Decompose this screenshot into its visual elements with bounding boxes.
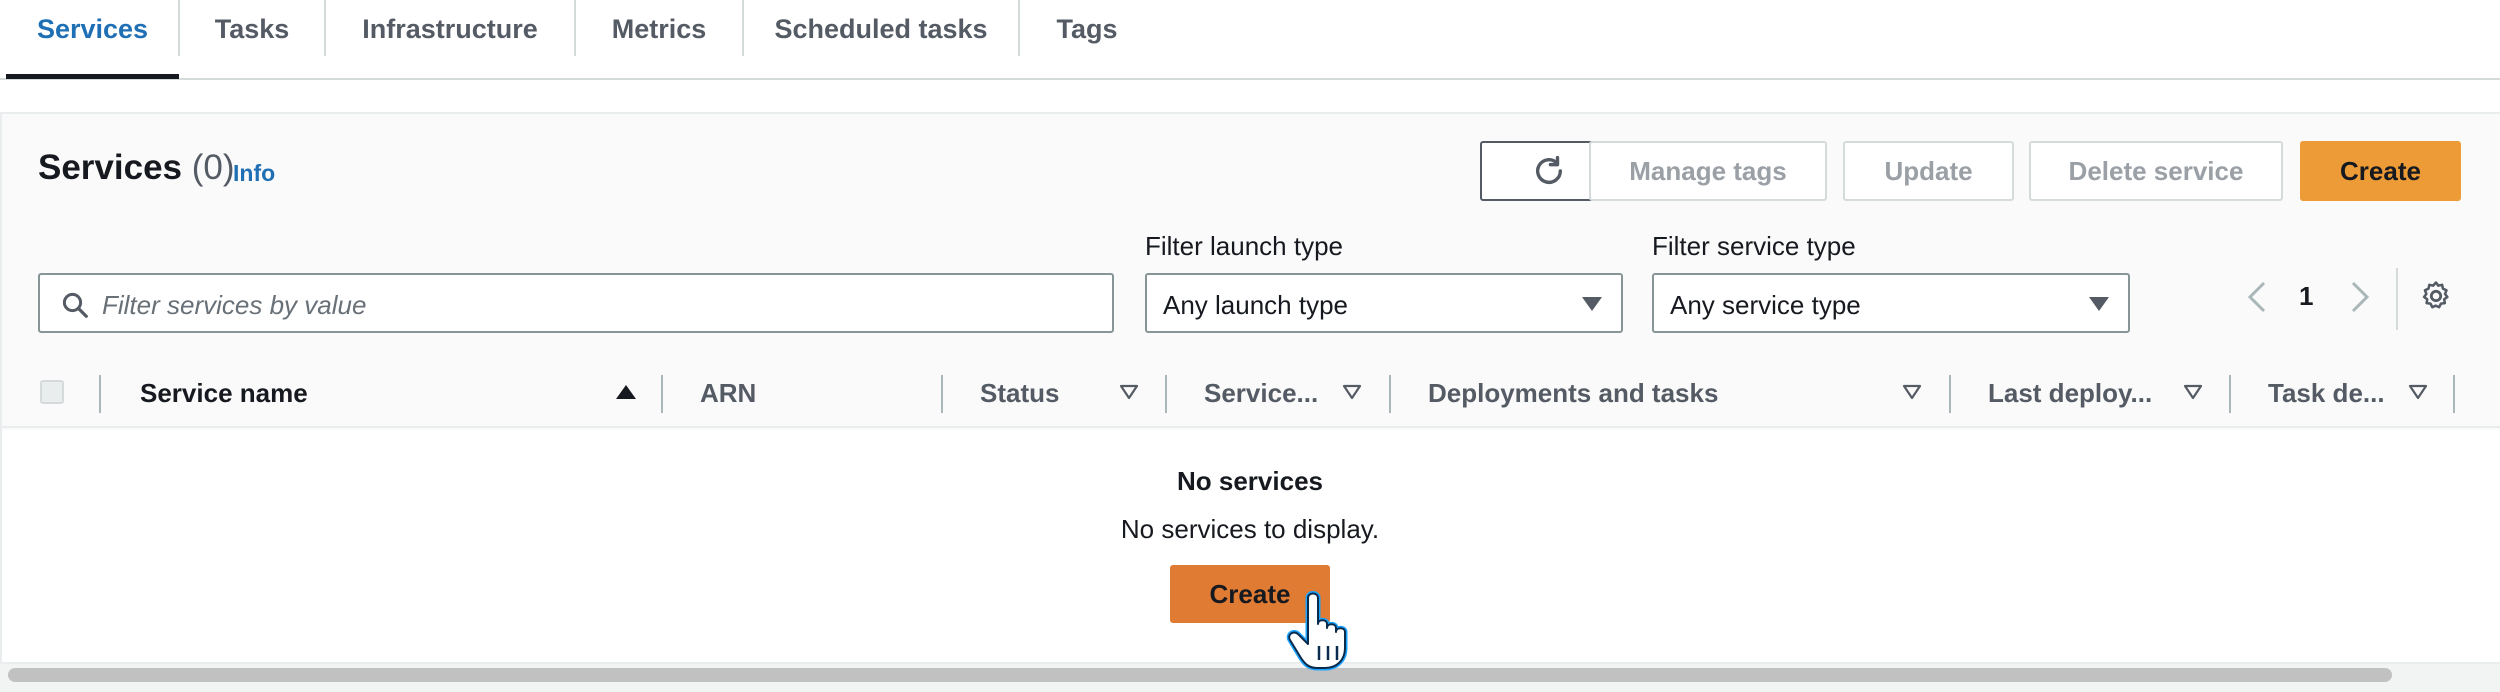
manage-tags-button[interactable]: Manage tags	[1589, 141, 1827, 201]
service-type-value: Any service type	[1670, 290, 1861, 320]
info-link[interactable]: Info	[233, 160, 275, 187]
column-header-last-deployment[interactable]: Last deploy...	[1988, 378, 2152, 409]
search-input[interactable]: Filter services by value	[38, 273, 1114, 333]
hand-pointer-icon	[1286, 591, 1348, 671]
tab-infrastructure[interactable]: Infrastructure	[326, 0, 574, 58]
tab-tags[interactable]: Tags	[1020, 0, 1154, 58]
table-body	[2, 430, 2500, 662]
caret-down-icon	[2089, 297, 2109, 311]
column-divider[interactable]	[2229, 375, 2231, 413]
update-button[interactable]: Update	[1843, 141, 2014, 201]
sort-icon[interactable]	[1119, 384, 1139, 400]
column-divider[interactable]	[1165, 375, 1167, 413]
filter-service-type-label: Filter service type	[1652, 231, 1856, 261]
scrollbar-thumb[interactable]	[8, 668, 2392, 682]
tab-tasks[interactable]: Tasks	[180, 0, 324, 58]
pagination-divider	[2396, 268, 2398, 330]
panel-title: Services (0)	[38, 148, 235, 187]
service-count: (0)	[191, 148, 235, 187]
column-divider	[99, 375, 101, 413]
caret-down-icon	[1582, 297, 1602, 311]
filter-launch-type-label: Filter launch type	[1145, 231, 1343, 261]
column-divider[interactable]	[2453, 375, 2455, 413]
empty-state-title: No services	[1177, 466, 1323, 496]
tab-scheduled-tasks[interactable]: Scheduled tasks	[744, 0, 1018, 58]
search-icon	[62, 292, 88, 318]
chevron-left-icon[interactable]	[2246, 280, 2268, 314]
column-header-service-type[interactable]: Service...	[1204, 378, 1318, 409]
refresh-icon	[1535, 155, 1563, 184]
sort-icon[interactable]	[1902, 384, 1922, 400]
launch-type-value: Any launch type	[1163, 290, 1349, 320]
create-button[interactable]: Create	[2300, 141, 2461, 201]
column-divider[interactable]	[1389, 375, 1391, 413]
chevron-right-icon[interactable]	[2349, 280, 2371, 314]
tab-bar: Services Tasks Infrastructure Metrics Sc…	[0, 0, 2500, 80]
select-all-checkbox[interactable]	[40, 380, 64, 404]
gear-icon[interactable]	[2419, 279, 2453, 313]
column-header-task-definition[interactable]: Task de...	[2268, 378, 2385, 409]
sort-icon[interactable]	[2183, 384, 2203, 400]
column-header-status[interactable]: Status	[980, 378, 1059, 409]
active-tab-indicator	[6, 74, 179, 79]
empty-state-text: No services to display.	[1120, 514, 1380, 544]
page-number[interactable]: 1	[2299, 281, 2313, 312]
column-divider[interactable]	[1949, 375, 1951, 413]
sort-ascending-icon[interactable]	[615, 383, 637, 401]
column-header-arn[interactable]: ARN	[700, 378, 756, 409]
column-divider[interactable]	[661, 375, 663, 413]
tab-metrics[interactable]: Metrics	[576, 0, 742, 58]
column-header-deployments-and-tasks[interactable]: Deployments and tasks	[1428, 378, 1718, 409]
column-divider[interactable]	[941, 375, 943, 413]
sort-icon[interactable]	[2408, 384, 2428, 400]
service-type-select[interactable]: Any service type	[1652, 273, 2130, 333]
search-placeholder: Filter services by value	[102, 290, 367, 320]
column-header-service-name[interactable]: Service name	[140, 378, 308, 409]
tab-services[interactable]: Services	[6, 0, 179, 58]
launch-type-select[interactable]: Any launch type	[1145, 273, 1623, 333]
sort-icon[interactable]	[1342, 384, 1362, 400]
delete-service-button[interactable]: Delete service	[2029, 141, 2283, 201]
